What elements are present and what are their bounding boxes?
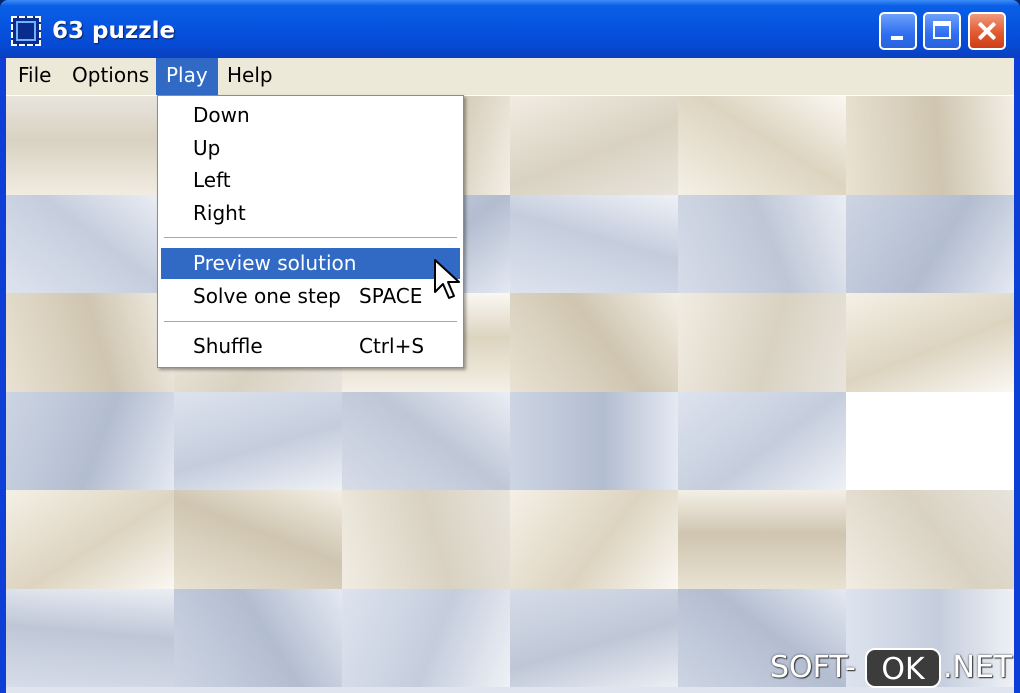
puzzle-tile[interactable] [510, 490, 678, 589]
puzzle-tile[interactable] [6, 490, 174, 589]
menu-item-down[interactable]: Down [161, 100, 460, 131]
menu-separator [164, 321, 457, 322]
window-title: 63 puzzle [52, 18, 176, 44]
menu-play[interactable]: Play [156, 58, 218, 95]
puzzle-tile[interactable] [678, 293, 846, 392]
menu-separator [164, 237, 457, 238]
puzzle-tile[interactable] [510, 391, 678, 490]
menu-help[interactable]: Help [217, 58, 283, 95]
title-bar[interactable]: 63 puzzle [0, 0, 1020, 58]
app-window: 63 puzzle File Options Play Help Down Up… [0, 0, 1020, 693]
menu-item-shuffle[interactable]: Shuffle Ctrl+S [161, 331, 460, 362]
menu-item-right[interactable]: Right [161, 198, 460, 229]
menu-item-label: Preview solution [193, 251, 357, 275]
empty-tile[interactable] [846, 391, 1014, 490]
menu-bar: File Options Play Help [6, 58, 1014, 96]
puzzle-tile[interactable] [174, 490, 342, 589]
minimize-icon [891, 36, 903, 40]
puzzle-tile[interactable] [174, 588, 342, 687]
menu-options[interactable]: Options [62, 58, 159, 95]
puzzle-tile[interactable] [846, 194, 1014, 293]
puzzle-tile[interactable] [678, 490, 846, 589]
puzzle-tile[interactable] [510, 194, 678, 293]
close-icon [970, 14, 1004, 48]
puzzle-tile[interactable] [342, 391, 510, 490]
play-menu-dropdown: Down Up Left Right Preview solution Solv… [157, 95, 464, 368]
puzzle-tile[interactable] [6, 96, 174, 195]
puzzle-tile[interactable] [510, 96, 678, 195]
menu-item-shortcut: SPACE [359, 284, 423, 308]
maximize-icon [933, 21, 951, 39]
puzzle-tile[interactable] [6, 391, 174, 490]
menu-item-preview-solution[interactable]: Preview solution [161, 248, 460, 279]
puzzle-tile[interactable] [6, 194, 174, 293]
puzzle-tile[interactable] [342, 588, 510, 687]
puzzle-tile[interactable] [174, 391, 342, 490]
watermark-left-text: SOFT- [770, 650, 856, 685]
puzzle-tile[interactable] [846, 293, 1014, 392]
menu-item-label: Solve one step [193, 284, 341, 308]
mouse-cursor-icon [434, 259, 460, 299]
watermark-ok-badge: OK [865, 648, 941, 688]
menu-item-label: Down [193, 103, 250, 127]
puzzle-tile[interactable] [510, 588, 678, 687]
puzzle-tile[interactable] [678, 391, 846, 490]
puzzle-tile[interactable] [510, 293, 678, 392]
puzzle-app-icon [11, 16, 41, 46]
menu-item-solve-one-step[interactable]: Solve one step SPACE [161, 281, 460, 312]
menu-item-label: Up [193, 136, 221, 160]
puzzle-tile[interactable] [342, 490, 510, 589]
menu-item-label: Shuffle [193, 334, 263, 358]
close-button[interactable] [968, 12, 1006, 50]
menu-item-label: Left [193, 168, 231, 192]
menu-item-label: Right [193, 201, 246, 225]
minimize-button[interactable] [879, 12, 917, 50]
menu-item-shortcut: Ctrl+S [359, 334, 425, 358]
puzzle-tile[interactable] [678, 96, 846, 195]
maximize-button[interactable] [923, 12, 961, 50]
menu-item-up[interactable]: Up [161, 133, 460, 164]
puzzle-tile[interactable] [6, 588, 174, 687]
watermark: SOFT- OK .NET [770, 648, 1015, 688]
puzzle-tile[interactable] [846, 96, 1014, 195]
watermark-right-text: .NET [943, 650, 1013, 685]
puzzle-tile[interactable] [6, 293, 174, 392]
menu-file[interactable]: File [8, 58, 61, 95]
menu-item-left[interactable]: Left [161, 165, 460, 196]
puzzle-tile[interactable] [846, 490, 1014, 589]
puzzle-tile[interactable] [678, 194, 846, 293]
